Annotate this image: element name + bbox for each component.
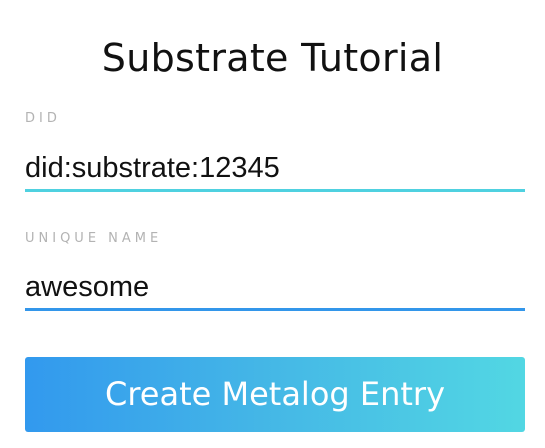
did-field-group: DID <box>25 111 525 192</box>
unique-name-field-group: UNIQUE NAME <box>25 231 525 311</box>
page-title: Substrate Tutorial <box>101 36 444 81</box>
did-label: DID <box>25 111 61 126</box>
did-input[interactable] <box>25 147 525 189</box>
tutorial-page: Substrate Tutorial DID UNIQUE NAME Creat… <box>0 0 545 448</box>
did-underline <box>25 189 525 192</box>
create-metalog-entry-button[interactable]: Create Metalog Entry <box>25 357 525 432</box>
unique-name-underline <box>25 308 525 311</box>
unique-name-label: UNIQUE NAME <box>25 231 163 246</box>
unique-name-input[interactable] <box>25 266 525 308</box>
